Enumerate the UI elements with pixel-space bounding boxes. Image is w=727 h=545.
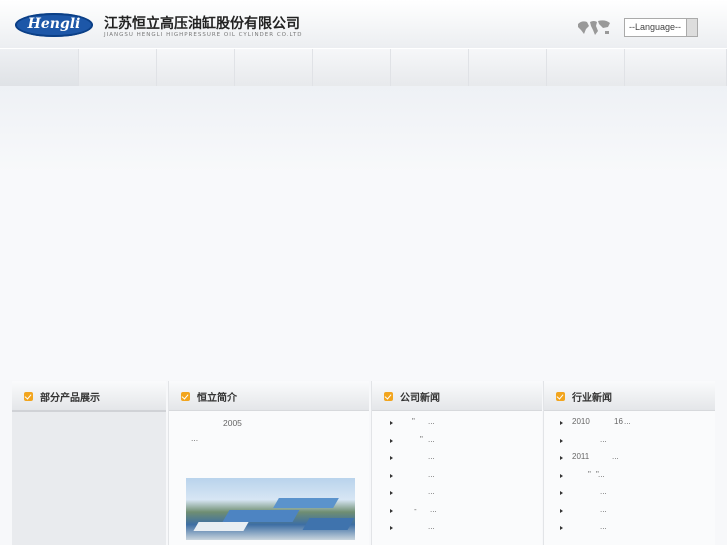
about-more-link[interactable]: ... bbox=[191, 431, 361, 446]
dropdown-arrow-icon[interactable] bbox=[686, 19, 697, 36]
list-item[interactable]: 2011... bbox=[560, 452, 710, 470]
news-text: - bbox=[414, 504, 417, 514]
company-news-header: 公司新闻 bbox=[372, 381, 542, 411]
main-nav bbox=[0, 48, 727, 87]
checkbox-icon bbox=[384, 392, 393, 401]
news-ellipsis: ... bbox=[598, 469, 605, 479]
nav-item-6[interactable] bbox=[391, 49, 469, 87]
nav-item-2[interactable] bbox=[79, 49, 157, 87]
world-map-icon bbox=[578, 20, 610, 35]
checkbox-icon bbox=[556, 392, 565, 401]
nav-item-3[interactable] bbox=[157, 49, 235, 87]
nav-item-9[interactable] bbox=[625, 49, 727, 87]
products-panel: 部分产品展示 bbox=[12, 381, 166, 545]
hengli-logo[interactable]: Hengli bbox=[15, 13, 93, 37]
news-ellipsis: ... bbox=[600, 504, 607, 514]
list-item[interactable]: ... bbox=[560, 505, 710, 523]
checkbox-icon bbox=[24, 392, 33, 401]
list-item[interactable]: ... bbox=[390, 452, 540, 470]
news-text: " bbox=[588, 469, 591, 479]
about-panel-header: 恒立简介 bbox=[169, 381, 369, 411]
language-select-value: --Language-- bbox=[629, 22, 682, 32]
about-panel-title[interactable]: 恒立简介 bbox=[197, 389, 237, 404]
products-panel-header: 部分产品展示 bbox=[12, 381, 166, 412]
products-panel-title[interactable]: 部分产品展示 bbox=[40, 389, 100, 404]
logo-text: Hengli bbox=[27, 16, 81, 32]
news-extra: 16 bbox=[614, 417, 623, 426]
news-ellipsis: ... bbox=[600, 434, 607, 444]
about-text-line: 2005 bbox=[223, 418, 242, 428]
about-text: 2005 ... bbox=[191, 416, 361, 446]
company-name-english: JIANGSU HENGLI HIGHPRESSURE OIL CYLINDER… bbox=[104, 32, 303, 38]
news-ellipsis: ... bbox=[600, 522, 607, 531]
company-news-list: "... "... ... ... ... -... ... bbox=[390, 417, 540, 540]
site-header: Hengli 江苏恒立高压油缸股份有限公司 JIANGSU HENGLI HIG… bbox=[0, 0, 727, 48]
about-panel: 恒立简介 2005 ... bbox=[168, 381, 369, 545]
company-name: 江苏恒立高压油缸股份有限公司 bbox=[104, 16, 300, 32]
news-text: " bbox=[412, 417, 415, 426]
nav-item-5[interactable] bbox=[313, 49, 391, 87]
news-ellipsis: ... bbox=[428, 417, 435, 426]
list-item[interactable]: "... bbox=[390, 417, 540, 435]
banner-area bbox=[0, 86, 727, 380]
news-ellipsis: ... bbox=[428, 522, 435, 531]
industry-news-panel: 行业新闻 2010 16... ... 2011... " "... ... ...… bbox=[543, 381, 715, 545]
checkbox-icon bbox=[181, 392, 190, 401]
news-ellipsis: ... bbox=[428, 452, 435, 461]
industry-news-header: 行业新闻 bbox=[544, 381, 715, 411]
list-item[interactable]: ... bbox=[390, 522, 540, 540]
news-ellipsis: ... bbox=[428, 469, 435, 479]
nav-item-7[interactable] bbox=[469, 49, 547, 87]
company-news-title[interactable]: 公司新闻 bbox=[400, 389, 440, 404]
industry-news-title[interactable]: 行业新闻 bbox=[572, 389, 612, 404]
news-ellipsis: ... bbox=[430, 504, 437, 514]
news-ellipsis: ... bbox=[428, 434, 435, 444]
news-text: " bbox=[420, 434, 423, 444]
news-text: 2011 bbox=[572, 452, 590, 461]
list-item[interactable]: ... bbox=[560, 522, 710, 540]
nav-item-4[interactable] bbox=[235, 49, 313, 87]
list-item[interactable]: ... bbox=[560, 487, 710, 505]
content-panels: 部分产品展示 恒立简介 2005 ... 公司新闻 "... "... ... … bbox=[12, 381, 715, 545]
nav-item-8[interactable] bbox=[547, 49, 625, 87]
news-ellipsis: ... bbox=[428, 487, 435, 496]
news-ellipsis: ... bbox=[612, 452, 619, 461]
factory-image bbox=[186, 478, 355, 540]
language-select[interactable]: --Language-- bbox=[624, 18, 698, 37]
list-item[interactable]: " "... bbox=[560, 470, 710, 488]
industry-news-list: 2010 16... ... 2011... " "... ... ... ... bbox=[560, 417, 710, 540]
news-ellipsis: ... bbox=[600, 487, 607, 496]
news-ellipsis: ... bbox=[624, 417, 631, 426]
company-news-panel: 公司新闻 "... "... ... ... ... -... ... bbox=[371, 381, 542, 545]
list-item[interactable]: 2010 16... bbox=[560, 417, 710, 435]
list-item[interactable]: ... bbox=[390, 487, 540, 505]
news-text: 2010 bbox=[572, 417, 590, 426]
list-item[interactable]: ... bbox=[390, 470, 540, 488]
list-item[interactable]: -... bbox=[390, 505, 540, 523]
list-item[interactable]: ... bbox=[560, 435, 710, 453]
nav-item-1[interactable] bbox=[0, 49, 79, 87]
list-item[interactable]: "... bbox=[390, 435, 540, 453]
